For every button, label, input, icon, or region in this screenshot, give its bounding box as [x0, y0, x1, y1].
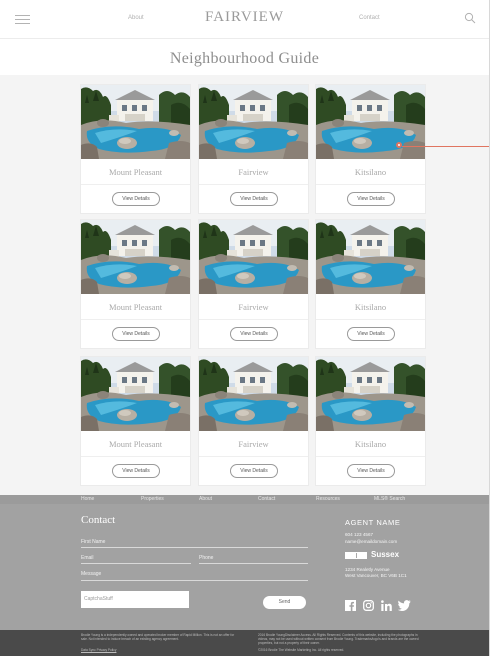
view-details-button[interactable]: View Details	[112, 327, 160, 341]
message-field[interactable]: Message	[81, 571, 101, 577]
annotation-marker	[396, 142, 402, 148]
send-button[interactable]: Send	[263, 596, 306, 609]
neighbourhood-name: Fairview	[238, 439, 269, 449]
neighbourhood-photo[interactable]	[316, 85, 425, 159]
agent-email[interactable]: name@emaildomain.com	[345, 539, 397, 544]
view-details-button[interactable]: View Details	[230, 464, 278, 478]
footer-nav: Home Properties About Contact Resources MLS® …	[0, 495, 489, 504]
neighbourhood-card[interactable]: Kitsilano View Details	[316, 357, 425, 485]
email-underline	[81, 563, 191, 564]
neighbourhood-card[interactable]: Kitsilano View Details	[316, 85, 425, 213]
neighbourhood-name: Mount Pleasant	[108, 167, 163, 177]
neighbourhood-photo[interactable]	[199, 357, 308, 431]
agent-address-line1: 1234 Realetly Avenue	[345, 567, 390, 572]
neighbourhood-card[interactable]: Mount Pleasant View Details	[81, 357, 190, 485]
neighbourhood-photo[interactable]	[81, 357, 190, 431]
annotation-line	[402, 146, 489, 147]
agent-address-line2: West Vancouver, BC V6B 1C1	[345, 573, 407, 578]
neighbourhood-name: Mount Pleasant	[108, 439, 163, 449]
page: About FAIRVIEW Contact Neighbourhood Gui…	[0, 0, 490, 656]
nav-contact-link[interactable]: Contact	[359, 15, 380, 21]
neighbourhood-name: Kitsilano	[354, 302, 387, 312]
footer-nav-link[interactable]: Contact	[258, 496, 275, 502]
privacy-policy-link[interactable]: Data Sync Privacy Policy	[81, 648, 116, 652]
first-name-field[interactable]: First Name	[81, 539, 105, 545]
neighbourhood-grid: Mount Pleasant View Details Fairview View …	[0, 75, 489, 495]
neighbourhood-name: Mount Pleasant	[108, 302, 163, 312]
neighbourhood-photo[interactable]	[316, 357, 425, 431]
footer-nav-link[interactable]: MLS® Search	[374, 496, 405, 502]
view-details-button[interactable]: View Details	[347, 327, 395, 341]
site-footer: Contact First Name Email Phone Message C…	[0, 504, 489, 630]
view-details-button[interactable]: View Details	[230, 327, 278, 341]
neighbourhood-photo[interactable]	[316, 220, 425, 294]
neighbourhood-photo[interactable]	[199, 220, 308, 294]
search-icon[interactable]	[464, 12, 476, 24]
linkedin-icon[interactable]	[381, 600, 392, 611]
neighbourhood-card[interactable]: Fairview View Details	[199, 220, 308, 348]
footer-nav-link[interactable]: Resources	[316, 496, 340, 502]
view-details-button[interactable]: View Details	[230, 192, 278, 206]
card-divider	[316, 456, 425, 457]
agent-phone[interactable]: 604 123 4567	[345, 532, 373, 537]
card-divider	[199, 456, 308, 457]
card-divider	[81, 456, 190, 457]
legal-bar: Brodie Young is a independently owned an…	[0, 630, 489, 656]
neighbourhood-card[interactable]: Mount Pleasant View Details	[81, 220, 190, 348]
neighbourhood-name: Kitsilano	[354, 439, 387, 449]
twitter-icon[interactable]	[398, 600, 411, 611]
view-details-button[interactable]: View Details	[347, 192, 395, 206]
site-header: About FAIRVIEW Contact	[0, 0, 489, 39]
facebook-icon[interactable]	[345, 600, 356, 611]
phone-field[interactable]: Phone	[199, 555, 213, 561]
instagram-icon[interactable]	[363, 600, 374, 611]
phone-underline	[199, 563, 308, 564]
neighbourhood-photo[interactable]	[81, 220, 190, 294]
agent-name: AGENT NAME	[345, 518, 401, 527]
view-details-button[interactable]: View Details	[347, 464, 395, 478]
neighbourhood-card[interactable]: Mount Pleasant View Details	[81, 85, 190, 213]
footer-nav-link[interactable]: About	[199, 496, 212, 502]
neighbourhood-card[interactable]: Fairview View Details	[199, 357, 308, 485]
captcha-box[interactable]: CaptchaStuff	[81, 591, 189, 608]
page-title: Neighbourhood Guide	[169, 50, 320, 67]
copyright-text: ©2016 Brodie The Website Marketing Inc. …	[258, 648, 345, 652]
legal-disclaimer-right: 2016 Brodie YoungDisclaimer Access. All …	[258, 633, 419, 645]
card-divider	[199, 319, 308, 320]
card-divider	[81, 184, 190, 185]
footer-nav-link[interactable]: Properties	[141, 496, 164, 502]
card-divider	[199, 184, 308, 185]
first-name-underline	[81, 547, 308, 548]
neighbourhood-name: Fairview	[238, 302, 269, 312]
neighbourhood-card[interactable]: Kitsilano View Details	[316, 220, 425, 348]
neighbourhood-name: Kitsilano	[354, 167, 387, 177]
site-logo[interactable]: FAIRVIEW	[0, 9, 489, 26]
neighbourhood-card[interactable]: Fairview View Details	[199, 85, 308, 213]
view-details-button[interactable]: View Details	[112, 192, 160, 206]
contact-heading: Contact	[81, 514, 116, 526]
legal-disclaimer-left: Brodie Young is a independently owned an…	[81, 633, 235, 641]
card-divider	[316, 319, 425, 320]
brokerage-logo-divider	[356, 553, 369, 558]
message-underline	[81, 580, 308, 581]
neighbourhood-name: Fairview	[238, 167, 269, 177]
title-band: Neighbourhood Guide	[0, 39, 489, 75]
email-field[interactable]: Email	[81, 555, 94, 561]
card-divider	[316, 184, 425, 185]
brokerage-name: Sussex	[371, 550, 400, 559]
neighbourhood-photo[interactable]	[81, 85, 190, 159]
view-details-button[interactable]: View Details	[112, 464, 160, 478]
neighbourhood-photo[interactable]	[199, 85, 308, 159]
card-divider	[81, 319, 190, 320]
footer-nav-link[interactable]: Home	[81, 496, 94, 502]
